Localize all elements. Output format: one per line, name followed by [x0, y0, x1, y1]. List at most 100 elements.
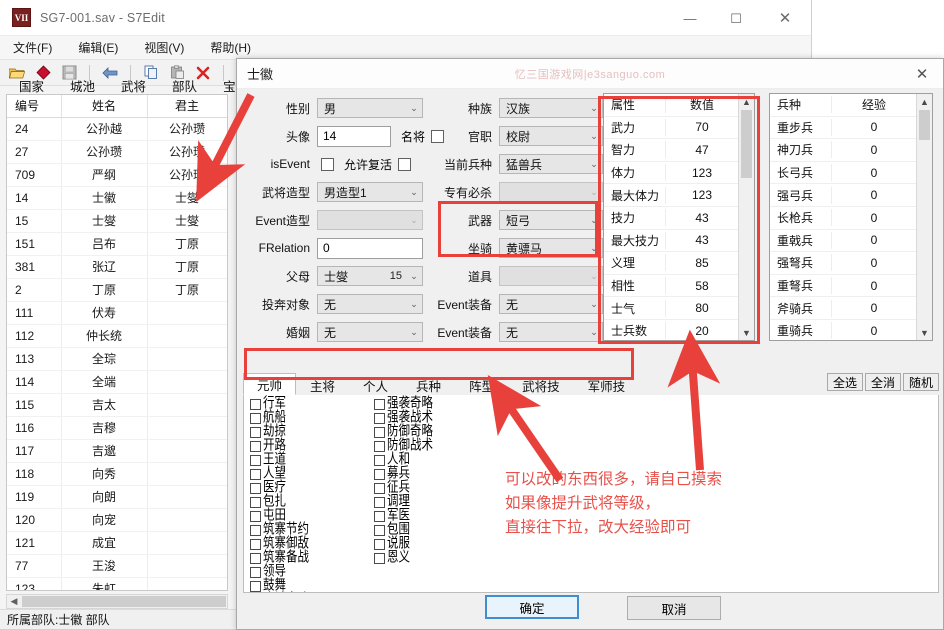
- troop-row[interactable]: 强弩兵0: [770, 252, 932, 275]
- right-field-combo-2[interactable]: 猛兽兵⌄: [499, 154, 603, 174]
- checkbox[interactable]: [250, 581, 261, 592]
- checkbox[interactable]: [250, 399, 261, 410]
- checkbox[interactable]: [250, 553, 261, 564]
- left-field-combo-0[interactable]: 男⌄: [317, 98, 423, 118]
- checkbox[interactable]: [250, 413, 261, 424]
- checkbox[interactable]: [374, 525, 385, 536]
- officer-grid[interactable]: 编号姓名君主 24公孙越公孙瓒27公孙瓒公孙瓒709严纲公孙瓒14士徽士燮15士…: [6, 94, 228, 591]
- scroll-thumb[interactable]: [741, 110, 752, 178]
- left-field-combo-6[interactable]: 士燮15⌄: [317, 266, 423, 286]
- checkbox[interactable]: [250, 483, 261, 494]
- skill-item[interactable]: 领导: [250, 565, 309, 579]
- chevron-down-icon[interactable]: ⌄: [586, 327, 602, 338]
- chevron-down-icon[interactable]: ⌄: [406, 271, 422, 282]
- attribute-row[interactable]: 武力70: [604, 117, 754, 140]
- skill-item[interactable]: 劫掠: [250, 425, 309, 439]
- attribute-row[interactable]: 士气80: [604, 297, 754, 320]
- tab-tool-button-1[interactable]: 全消: [865, 373, 901, 391]
- left-field-input-1[interactable]: 14: [317, 126, 391, 147]
- menu-item-3[interactable]: 帮助(H): [207, 37, 254, 58]
- table-row[interactable]: 119向朗: [7, 485, 227, 508]
- skill-item[interactable]: 恩义: [374, 551, 433, 565]
- chevron-down-icon[interactable]: ⌄: [586, 215, 602, 226]
- dialog-tab-4[interactable]: 阵型: [455, 375, 508, 395]
- dialog-tab-5[interactable]: 武将技: [508, 375, 574, 395]
- checkbox[interactable]: [250, 441, 261, 452]
- checkbox[interactable]: [374, 511, 385, 522]
- checkbox[interactable]: [250, 427, 261, 438]
- attribute-row[interactable]: 士兵数20: [604, 320, 754, 341]
- chevron-down-icon[interactable]: ⌄: [406, 103, 422, 114]
- troop-row[interactable]: 强弓兵0: [770, 184, 932, 207]
- skill-item[interactable]: 包扎: [250, 495, 309, 509]
- checkbox[interactable]: [374, 497, 385, 508]
- scroll-thumb[interactable]: [22, 596, 226, 607]
- table-row[interactable]: 111伏寿: [7, 301, 227, 324]
- table-row[interactable]: 77王浚: [7, 554, 227, 577]
- checkbox[interactable]: [250, 455, 261, 466]
- column-header-2[interactable]: 君主: [147, 95, 227, 117]
- attribute-list-scrollbar[interactable]: ▲ ▼: [738, 94, 754, 340]
- checkbox[interactable]: [374, 483, 385, 494]
- troop-row[interactable]: 长枪兵0: [770, 207, 932, 230]
- table-row[interactable]: 123朱虹: [7, 577, 227, 591]
- troop-row[interactable]: 神刀兵0: [770, 139, 932, 162]
- main-tab-3[interactable]: 部队: [159, 79, 210, 95]
- checkbox[interactable]: [250, 567, 261, 578]
- skill-item[interactable]: 征兵: [374, 481, 433, 495]
- dialog-tab-1[interactable]: 主将: [296, 375, 349, 395]
- scroll-up-icon[interactable]: ▲: [917, 94, 932, 109]
- checkbox[interactable]: [374, 539, 385, 550]
- dialog-tab-3[interactable]: 兵种: [402, 375, 455, 395]
- maximize-button[interactable]: ☐: [713, 0, 759, 36]
- skill-item[interactable]: 包围: [374, 523, 433, 537]
- table-row[interactable]: 151吕布丁原: [7, 232, 227, 255]
- table-row[interactable]: 709严纲公孙瓒: [7, 163, 227, 186]
- skill-item[interactable]: 防御奇略: [374, 425, 433, 439]
- skill-item[interactable]: 强袭奇略: [374, 397, 433, 411]
- checkbox[interactable]: [374, 469, 385, 480]
- right-field-combo-1[interactable]: 校尉⌄: [499, 126, 603, 146]
- dialog-tab-0[interactable]: 元帅: [243, 373, 296, 395]
- table-row[interactable]: 118向秀: [7, 462, 227, 485]
- skill-item[interactable]: 航船: [250, 411, 309, 425]
- table-row[interactable]: 112仲长统: [7, 324, 227, 347]
- dialog-close-button[interactable]: ✕: [901, 59, 943, 89]
- ok-button[interactable]: 确定: [485, 595, 579, 619]
- scroll-down-icon[interactable]: ▼: [739, 325, 754, 340]
- main-tab-0[interactable]: 国家: [6, 79, 57, 95]
- chevron-down-icon[interactable]: ⌄: [586, 159, 602, 170]
- column-header-1[interactable]: 姓名: [61, 95, 147, 117]
- skill-item[interactable]: 筑寨节约: [250, 523, 309, 537]
- right-field-combo-5[interactable]: 黄骠马⌄: [499, 238, 603, 258]
- table-row[interactable]: 113全琮: [7, 347, 227, 370]
- attribute-row[interactable]: 技力43: [604, 207, 754, 230]
- skill-item[interactable]: 筑寨御敌: [250, 537, 309, 551]
- skill-item[interactable]: 防御战术: [374, 439, 433, 453]
- column-header-0[interactable]: 编号: [7, 95, 61, 117]
- scroll-up-icon[interactable]: ▲: [739, 94, 754, 109]
- checkbox[interactable]: [250, 497, 261, 508]
- checkbox[interactable]: [374, 441, 385, 452]
- inline-checkbox[interactable]: [398, 158, 411, 171]
- troop-list[interactable]: 兵种经验重步兵0神刀兵0长弓兵0强弓兵0长枪兵0重戟兵0强弩兵0重弩兵0斧骑兵0…: [769, 93, 933, 341]
- checkbox[interactable]: [250, 525, 261, 536]
- chevron-down-icon[interactable]: ⌄: [586, 271, 602, 282]
- right-field-combo-7[interactable]: 无⌄: [499, 294, 603, 314]
- minimize-button[interactable]: —: [667, 0, 713, 36]
- checkbox[interactable]: [374, 413, 385, 424]
- table-row[interactable]: 2丁原丁原: [7, 278, 227, 301]
- troop-row[interactable]: 重弩兵0: [770, 275, 932, 298]
- troop-row[interactable]: 重骑兵0: [770, 320, 932, 341]
- chevron-down-icon[interactable]: ⌄: [586, 187, 602, 198]
- checkbox[interactable]: [250, 469, 261, 480]
- troop-row[interactable]: 长弓兵0: [770, 162, 932, 185]
- close-button[interactable]: ✕: [759, 0, 811, 36]
- checkbox[interactable]: [250, 511, 261, 522]
- scroll-left-icon[interactable]: ◀: [7, 596, 21, 607]
- troop-list-scrollbar[interactable]: ▲ ▼: [916, 94, 932, 340]
- skill-item[interactable]: 募兵: [374, 467, 433, 481]
- chevron-down-icon[interactable]: ⌄: [406, 187, 422, 198]
- scroll-down-icon[interactable]: ▼: [917, 325, 932, 340]
- left-field-combo-7[interactable]: 无⌄: [317, 294, 423, 314]
